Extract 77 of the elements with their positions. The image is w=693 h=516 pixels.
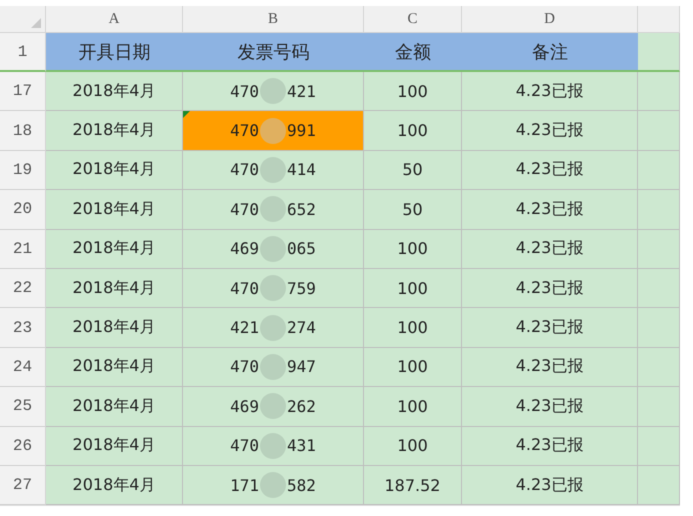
table-cell: 4.23已报 bbox=[462, 426, 638, 466]
row-header[interactable]: 20 bbox=[0, 190, 46, 230]
table-cell: 2018年4月 bbox=[46, 230, 183, 269]
table-cell: 4.23已报 bbox=[462, 150, 638, 190]
row-header[interactable]: 17 bbox=[0, 72, 46, 112]
table-cell: 100 bbox=[364, 268, 462, 308]
table-cell: 2018年4月 bbox=[46, 308, 183, 348]
redaction-mark bbox=[260, 314, 286, 341]
column-header[interactable]: A bbox=[46, 6, 183, 33]
header-cell: 发票号码 bbox=[183, 33, 364, 72]
table-cell: 100 bbox=[364, 348, 462, 388]
table-cell: 4.23已报 bbox=[462, 466, 638, 506]
row-header[interactable]: 18 bbox=[0, 111, 46, 151]
invoice-cell[interactable]: 470 991 bbox=[183, 111, 364, 151]
table-cell: 2018年4月 bbox=[46, 111, 183, 151]
redaction-mark bbox=[260, 432, 286, 459]
column-header[interactable]: B bbox=[183, 6, 364, 33]
select-all-icon[interactable] bbox=[31, 18, 41, 28]
table-cell: 100 bbox=[364, 387, 462, 427]
invoice-cell[interactable]: 470 652 bbox=[183, 190, 364, 230]
redaction-mark bbox=[260, 156, 286, 183]
table-cell: 100 bbox=[364, 72, 462, 112]
table-cell: 2018年4月 bbox=[46, 466, 183, 506]
column-header[interactable] bbox=[638, 6, 680, 33]
table-cell: 4.23已报 bbox=[462, 308, 638, 348]
redaction-mark bbox=[260, 275, 286, 302]
invoice-cell[interactable]: 171 582 bbox=[183, 466, 364, 506]
table-cell: 50 bbox=[364, 190, 462, 230]
table-cell: 2018年4月 bbox=[46, 348, 183, 388]
table-cell: 2018年4月 bbox=[46, 387, 183, 427]
redaction-mark bbox=[260, 354, 286, 380]
invoice-cell[interactable]: 470 431 bbox=[183, 426, 364, 466]
row-header[interactable]: 1 bbox=[0, 33, 46, 72]
column-header[interactable]: D bbox=[462, 6, 638, 33]
invoice-cell[interactable]: 470 414 bbox=[183, 150, 364, 190]
invoice-cell[interactable]: 421 274 bbox=[183, 308, 364, 348]
invoice-cell[interactable]: 470 947 bbox=[183, 348, 364, 388]
invoice-cell[interactable]: 470 759 bbox=[183, 268, 364, 308]
invoice-cell[interactable]: 469 262 bbox=[183, 387, 364, 427]
table-cell: 2018年4月 bbox=[46, 150, 183, 190]
row-header[interactable]: 19 bbox=[0, 150, 46, 190]
redaction-mark bbox=[260, 472, 286, 498]
table-cell: 100 bbox=[364, 111, 462, 151]
table-cell: 4.23已报 bbox=[462, 190, 638, 230]
invoice-cell[interactable]: 470 421 bbox=[183, 72, 364, 112]
header-cell: 金额 bbox=[364, 33, 462, 72]
redaction-mark bbox=[260, 78, 286, 104]
table-cell: 4.23已报 bbox=[462, 72, 638, 112]
redaction-mark bbox=[260, 236, 286, 262]
row-header[interactable]: 27 bbox=[0, 466, 46, 506]
table-cell: 2018年4月 bbox=[46, 268, 183, 308]
column-header[interactable]: C bbox=[364, 6, 462, 33]
redaction-mark bbox=[260, 118, 286, 144]
table-cell: 100 bbox=[364, 308, 462, 348]
redaction-mark bbox=[260, 196, 286, 222]
invoice-cell[interactable]: 469 065 bbox=[183, 230, 364, 269]
table-cell: 2018年4月 bbox=[46, 426, 183, 466]
table-cell: 4.23已报 bbox=[462, 230, 638, 269]
row-header[interactable]: 24 bbox=[0, 348, 46, 388]
table-cell: 2018年4月 bbox=[46, 190, 183, 230]
header-cell: 开具日期 bbox=[46, 33, 183, 72]
table-cell: 2018年4月 bbox=[46, 72, 183, 112]
table-cell: 50 bbox=[364, 150, 462, 190]
row-header[interactable]: 22 bbox=[0, 268, 46, 308]
row-header[interactable]: 25 bbox=[0, 387, 46, 427]
table-cell: 4.23已报 bbox=[462, 111, 638, 151]
row-header[interactable]: 21 bbox=[0, 230, 46, 269]
table-cell: 4.23已报 bbox=[462, 387, 638, 427]
table-cell: 187.52 bbox=[364, 466, 462, 506]
table-cell: 4.23已报 bbox=[462, 268, 638, 308]
table-cell: 100 bbox=[364, 426, 462, 466]
header-cell: 备注 bbox=[462, 33, 638, 72]
table-cell: 4.23已报 bbox=[462, 348, 638, 388]
row-header[interactable]: 26 bbox=[0, 426, 46, 466]
redaction-mark bbox=[260, 393, 286, 420]
table-cell: 100 bbox=[364, 230, 462, 269]
row-header[interactable]: 23 bbox=[0, 308, 46, 348]
